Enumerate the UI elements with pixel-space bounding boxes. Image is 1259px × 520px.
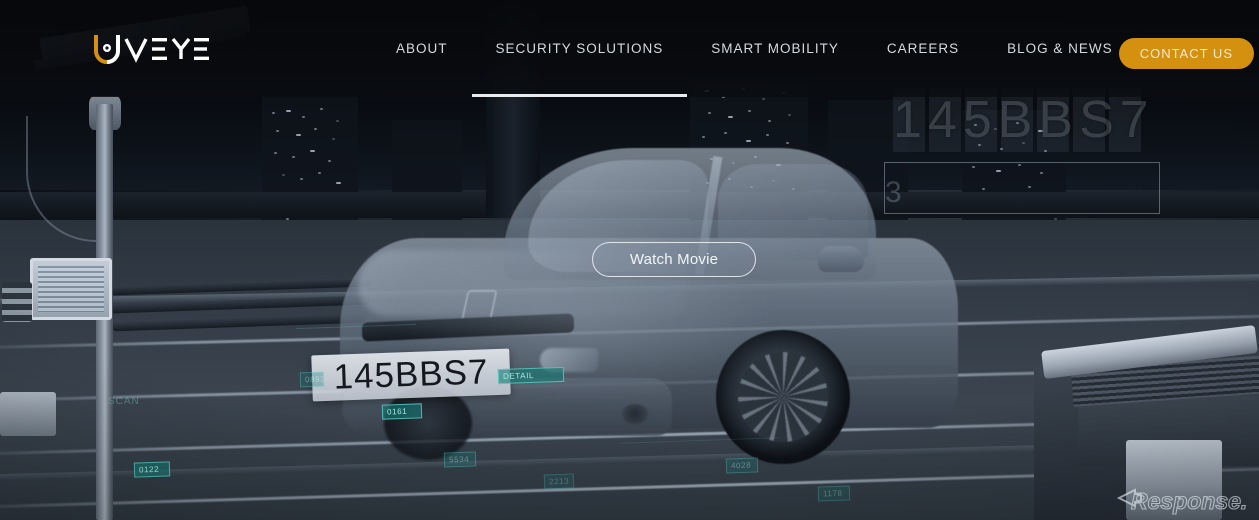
nav-about-label: ABOUT xyxy=(396,41,448,56)
hud-scan-label: SCAN xyxy=(108,396,140,407)
page-root: 145BBS7 145BBS7 3 DETAIL 0161 0122 5534 … xyxy=(0,0,1259,520)
site-header: ABOUT SECURITY SOLUTIONS SMART MOBILITY … xyxy=(0,0,1259,97)
watch-movie-label: Watch Movie xyxy=(629,251,719,268)
nav-security-solutions[interactable]: SECURITY SOLUTIONS xyxy=(471,0,688,97)
hud-tag-0161: 0161 xyxy=(381,403,423,420)
hud-digit: 3 xyxy=(885,176,902,209)
nav-blog-news-label: BLOG & NEWS xyxy=(1007,41,1113,56)
nav-blog-news[interactable]: BLOG & NEWS xyxy=(983,0,1137,97)
nav-smart-mobility-label: SMART MOBILITY xyxy=(711,41,839,56)
hud-tag-2213: 2213 xyxy=(543,473,575,490)
watch-movie-button[interactable]: Watch Movie xyxy=(592,242,756,277)
nav-smart-mobility[interactable]: SMART MOBILITY xyxy=(687,0,863,97)
hud-bounding-box xyxy=(884,162,1160,214)
hud-plate-readout: 145BBS7 xyxy=(893,88,1149,152)
svg-text:Response.: Response. xyxy=(1131,488,1247,514)
main-navigation: ABOUT SECURITY SOLUTIONS SMART MOBILITY … xyxy=(372,0,1137,97)
nav-careers-label: CAREERS xyxy=(886,41,960,56)
hud-tag-detail: DETAIL xyxy=(497,366,565,385)
response-watermark: Response. xyxy=(1111,482,1251,516)
hud-tag-0893: 0893 xyxy=(299,371,325,388)
contact-us-button[interactable]: CONTACT US xyxy=(1118,38,1254,69)
hud-tag-5534: 5534 xyxy=(443,451,477,468)
contact-us-label: CONTACT US xyxy=(1139,46,1233,61)
hud-tag-1178: 1178 xyxy=(817,485,851,502)
nav-security-solutions-label: SECURITY SOLUTIONS xyxy=(495,41,664,56)
nav-about[interactable]: ABOUT xyxy=(372,0,472,97)
hud-plate-readout-text: 145BBS7 xyxy=(893,91,1155,149)
hud-tag-4028: 4028 xyxy=(725,457,759,474)
hud-tag-0122: 0122 xyxy=(133,461,171,478)
uveye-logo[interactable] xyxy=(92,34,210,64)
nav-careers[interactable]: CAREERS xyxy=(863,0,983,97)
